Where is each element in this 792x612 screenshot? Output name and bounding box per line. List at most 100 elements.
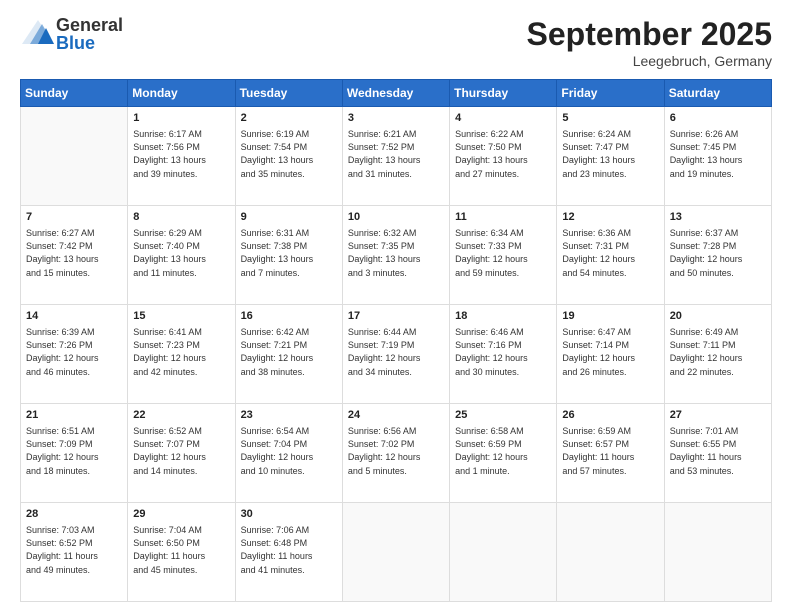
day-info: Sunrise: 6:36 AM Sunset: 7:31 PM Dayligh… [562, 227, 658, 279]
day-number: 27 [670, 408, 766, 423]
day-number: 18 [455, 309, 551, 324]
day-number: 16 [241, 309, 337, 324]
table-row: 7 Sunrise: 6:27 AM Sunset: 7:42 PM Daylig… [21, 206, 128, 305]
col-tuesday: Tuesday [235, 80, 342, 107]
table-row [557, 503, 664, 602]
day-info: Sunrise: 6:52 AM Sunset: 7:07 PM Dayligh… [133, 425, 229, 477]
table-row: 14 Sunrise: 6:39 AM Sunset: 7:26 PM Dayli… [21, 305, 128, 404]
calendar-week-row: 21Sunrise: 6:51 AM Sunset: 7:09 PM Dayli… [21, 404, 772, 503]
table-row: 24 Sunrise: 6:56 AM Sunset: 7:02 PM Dayli… [342, 404, 449, 503]
logo-icon [20, 16, 56, 52]
day-info: Sunrise: 7:04 AM Sunset: 6:50 PM Dayligh… [133, 524, 229, 576]
day-info: Sunrise: 6:44 AM Sunset: 7:19 PM Dayligh… [348, 326, 444, 378]
day-info: Sunrise: 6:29 AM Sunset: 7:40 PM Dayligh… [133, 227, 229, 279]
day-info: Sunrise: 6:42 AM Sunset: 7:21 PM Dayligh… [241, 326, 337, 378]
day-number: 30 [241, 507, 337, 522]
day-info: Sunrise: 6:17 AM Sunset: 7:56 PM Dayligh… [133, 128, 229, 180]
day-number: 8 [133, 210, 229, 225]
table-row [664, 503, 771, 602]
day-info: Sunrise: 6:21 AM Sunset: 7:52 PM Dayligh… [348, 128, 444, 180]
table-row: 18Sunrise: 6:46 AM Sunset: 7:16 PM Dayli… [450, 305, 557, 404]
day-info: Sunrise: 6:56 AM Sunset: 7:02 PM Dayligh… [348, 425, 444, 477]
table-row: 22 Sunrise: 6:52 AM Sunset: 7:07 PM Dayli… [128, 404, 235, 503]
logo-text: General Blue [56, 16, 123, 52]
table-row: 19Sunrise: 6:47 AM Sunset: 7:14 PM Dayli… [557, 305, 664, 404]
table-row: 15Sunrise: 6:41 AM Sunset: 7:23 PM Dayli… [128, 305, 235, 404]
table-row: 17 Sunrise: 6:44 AM Sunset: 7:19 PM Dayli… [342, 305, 449, 404]
table-row: 2 Sunrise: 6:19 AM Sunset: 7:54 PM Daylig… [235, 107, 342, 206]
table-row [450, 503, 557, 602]
day-number: 15 [133, 309, 229, 324]
day-number: 1 [133, 111, 229, 126]
day-number: 5 [562, 111, 658, 126]
table-row: 30Sunrise: 7:06 AM Sunset: 6:48 PM Dayli… [235, 503, 342, 602]
table-row: 16 Sunrise: 6:42 AM Sunset: 7:21 PM Dayli… [235, 305, 342, 404]
page: General Blue September 2025 Leegebruch, … [0, 0, 792, 612]
day-number: 24 [348, 408, 444, 423]
col-monday: Monday [128, 80, 235, 107]
header: General Blue September 2025 Leegebruch, … [20, 16, 772, 69]
logo-general: General [56, 16, 123, 34]
day-info: Sunrise: 7:03 AM Sunset: 6:52 PM Dayligh… [26, 524, 122, 576]
table-row: 1 Sunrise: 6:17 AM Sunset: 7:56 PM Daylig… [128, 107, 235, 206]
day-info: Sunrise: 7:01 AM Sunset: 6:55 PM Dayligh… [670, 425, 766, 477]
col-wednesday: Wednesday [342, 80, 449, 107]
day-number: 10 [348, 210, 444, 225]
day-number: 23 [241, 408, 337, 423]
table-row: 12 Sunrise: 6:36 AM Sunset: 7:31 PM Dayli… [557, 206, 664, 305]
table-row: 8 Sunrise: 6:29 AM Sunset: 7:40 PM Daylig… [128, 206, 235, 305]
day-number: 11 [455, 210, 551, 225]
day-number: 25 [455, 408, 551, 423]
logo-blue: Blue [56, 34, 123, 52]
day-number: 29 [133, 507, 229, 522]
col-thursday: Thursday [450, 80, 557, 107]
table-row: 4 Sunrise: 6:22 AM Sunset: 7:50 PM Daylig… [450, 107, 557, 206]
day-number: 13 [670, 210, 766, 225]
day-number: 14 [26, 309, 122, 324]
table-row: 13 Sunrise: 6:37 AM Sunset: 7:28 PM Dayli… [664, 206, 771, 305]
table-row: 29 Sunrise: 7:04 AM Sunset: 6:50 PM Dayli… [128, 503, 235, 602]
day-number: 6 [670, 111, 766, 126]
day-number: 3 [348, 111, 444, 126]
day-number: 26 [562, 408, 658, 423]
table-row: 9Sunrise: 6:31 AM Sunset: 7:38 PM Daylig… [235, 206, 342, 305]
day-info: Sunrise: 6:34 AM Sunset: 7:33 PM Dayligh… [455, 227, 551, 279]
day-info: Sunrise: 6:26 AM Sunset: 7:45 PM Dayligh… [670, 128, 766, 180]
day-number: 12 [562, 210, 658, 225]
day-number: 21 [26, 408, 122, 423]
table-row: 26Sunrise: 6:59 AM Sunset: 6:57 PM Dayli… [557, 404, 664, 503]
calendar-week-row: 28 Sunrise: 7:03 AM Sunset: 6:52 PM Dayli… [21, 503, 772, 602]
day-number: 2 [241, 111, 337, 126]
day-number: 28 [26, 507, 122, 522]
day-number: 9 [241, 210, 337, 225]
month-title: September 2025 [527, 16, 772, 53]
calendar-week-row: 1 Sunrise: 6:17 AM Sunset: 7:56 PM Daylig… [21, 107, 772, 206]
table-row: 25 Sunrise: 6:58 AM Sunset: 6:59 PM Dayli… [450, 404, 557, 503]
day-info: Sunrise: 6:58 AM Sunset: 6:59 PM Dayligh… [455, 425, 551, 477]
day-info: Sunrise: 6:37 AM Sunset: 7:28 PM Dayligh… [670, 227, 766, 279]
table-row: 28 Sunrise: 7:03 AM Sunset: 6:52 PM Dayli… [21, 503, 128, 602]
day-number: 20 [670, 309, 766, 324]
table-row [21, 107, 128, 206]
col-saturday: Saturday [664, 80, 771, 107]
day-info: Sunrise: 6:27 AM Sunset: 7:42 PM Dayligh… [26, 227, 122, 279]
table-row: 5Sunrise: 6:24 AM Sunset: 7:47 PM Daylig… [557, 107, 664, 206]
logo: General Blue [20, 16, 123, 52]
table-row [342, 503, 449, 602]
calendar-table: Sunday Monday Tuesday Wednesday Thursday… [20, 79, 772, 602]
table-row: 11 Sunrise: 6:34 AM Sunset: 7:33 PM Dayli… [450, 206, 557, 305]
day-info: Sunrise: 6:19 AM Sunset: 7:54 PM Dayligh… [241, 128, 337, 180]
day-number: 4 [455, 111, 551, 126]
col-sunday: Sunday [21, 80, 128, 107]
table-row: 10Sunrise: 6:32 AM Sunset: 7:35 PM Dayli… [342, 206, 449, 305]
day-info: Sunrise: 6:49 AM Sunset: 7:11 PM Dayligh… [670, 326, 766, 378]
day-info: Sunrise: 6:22 AM Sunset: 7:50 PM Dayligh… [455, 128, 551, 180]
table-row: 27 Sunrise: 7:01 AM Sunset: 6:55 PM Dayli… [664, 404, 771, 503]
day-number: 7 [26, 210, 122, 225]
table-row: 6 Sunrise: 6:26 AM Sunset: 7:45 PM Daylig… [664, 107, 771, 206]
calendar-header-row: Sunday Monday Tuesday Wednesday Thursday… [21, 80, 772, 107]
calendar-week-row: 7 Sunrise: 6:27 AM Sunset: 7:42 PM Daylig… [21, 206, 772, 305]
day-number: 22 [133, 408, 229, 423]
day-info: Sunrise: 6:39 AM Sunset: 7:26 PM Dayligh… [26, 326, 122, 378]
day-number: 17 [348, 309, 444, 324]
